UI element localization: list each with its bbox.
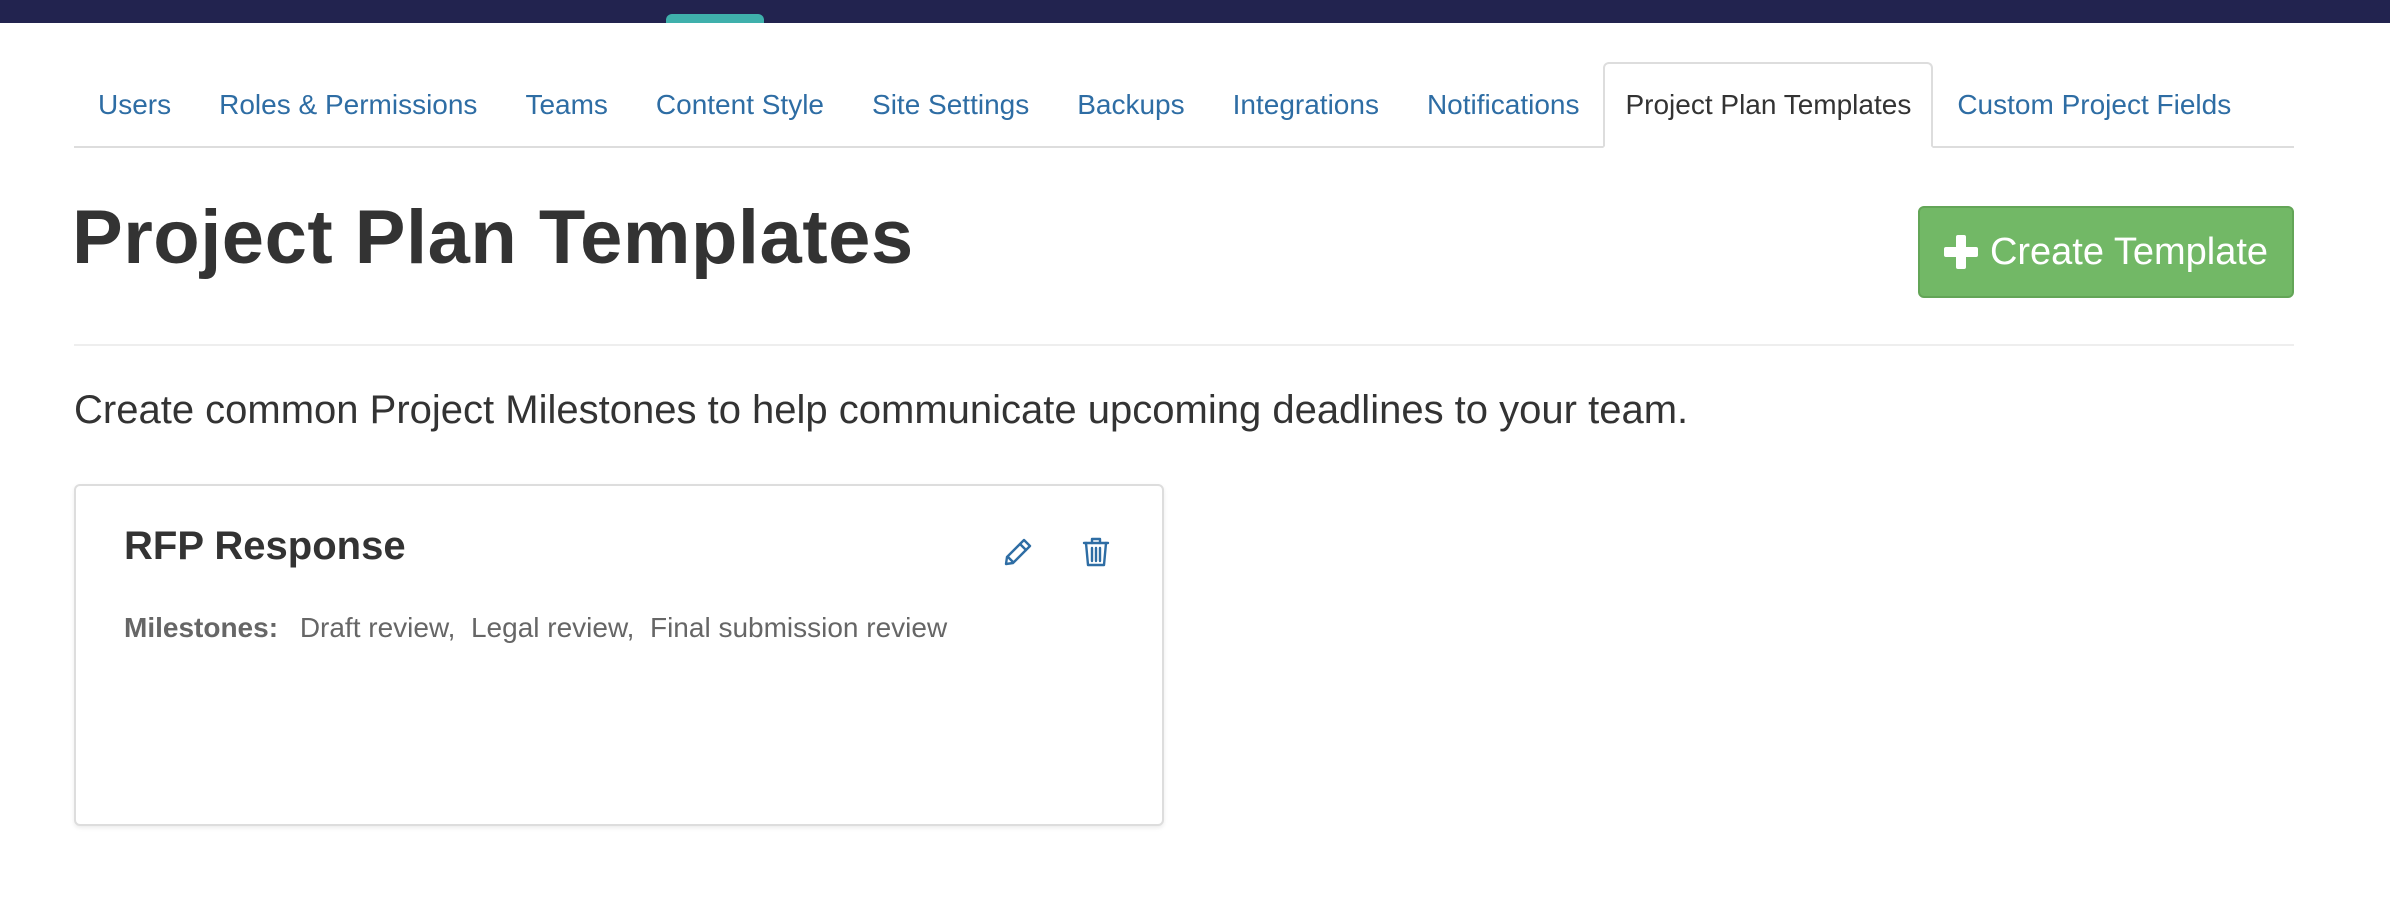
- milestone-item: Final submission review: [649, 612, 948, 643]
- settings-tabs: Users Roles & Permissions Teams Content …: [74, 62, 2294, 148]
- tab-roles-permissions[interactable]: Roles & Permissions: [195, 64, 501, 146]
- page-description: Create common Project Milestones to help…: [74, 388, 1689, 432]
- tab-project-plan-templates[interactable]: Project Plan Templates: [1603, 62, 1934, 148]
- tab-teams[interactable]: Teams: [501, 64, 631, 146]
- milestone-item: Draft review,: [299, 612, 456, 643]
- tab-integrations[interactable]: Integrations: [1209, 64, 1403, 146]
- milestones-list: Milestones: Draft review, Legal review, …: [124, 612, 947, 644]
- tab-content-style[interactable]: Content Style: [632, 64, 848, 146]
- tab-notifications[interactable]: Notifications: [1403, 64, 1604, 146]
- trash-icon[interactable]: [1078, 534, 1114, 570]
- tab-custom-project-fields[interactable]: Custom Project Fields: [1933, 64, 2255, 146]
- pencil-icon[interactable]: [1000, 534, 1036, 570]
- template-actions: [1000, 534, 1114, 570]
- page-title: Project Plan Templates: [72, 195, 914, 280]
- top-bar-active-indicator: [666, 14, 764, 23]
- tab-backups[interactable]: Backups: [1053, 64, 1208, 146]
- create-template-label: Create Template: [1989, 230, 2269, 273]
- tab-site-settings[interactable]: Site Settings: [848, 64, 1053, 146]
- milestone-item: Legal review,: [470, 612, 635, 643]
- milestones-label: Milestones:: [124, 612, 279, 643]
- template-card: RFP Response Milestones: Draft review, L…: [74, 484, 1164, 826]
- create-template-button[interactable]: Create Template: [1918, 206, 2294, 298]
- tab-users[interactable]: Users: [74, 64, 195, 146]
- header-divider: [74, 344, 2294, 346]
- top-navigation-bar: [0, 0, 2390, 23]
- template-title: RFP Response: [124, 524, 406, 568]
- plus-icon: [1943, 235, 1978, 269]
